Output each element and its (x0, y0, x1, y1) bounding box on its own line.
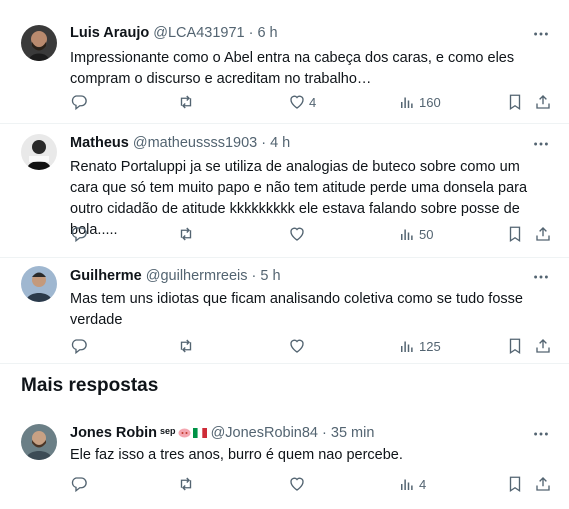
share-button[interactable] (534, 336, 552, 356)
share-icon (534, 225, 552, 243)
reply-button[interactable] (70, 474, 88, 494)
views-icon (398, 93, 416, 111)
share-button[interactable] (534, 92, 552, 112)
author-name[interactable]: Guilherme (70, 268, 142, 284)
view-count: 160 (419, 94, 441, 110)
bookmark-button[interactable] (506, 224, 524, 244)
author-name[interactable]: Luis Araujo (70, 25, 149, 41)
retweet-button[interactable] (177, 474, 195, 494)
timestamp[interactable]: 4 h (270, 135, 290, 151)
more-icon[interactable] (531, 24, 551, 44)
retweet-button[interactable] (177, 92, 195, 112)
tweet-text: Ele faz isso a tres anos, burro é quem n… (70, 447, 403, 463)
avatar[interactable] (21, 25, 57, 61)
user-tag: sep (160, 426, 176, 436)
author-handle[interactable]: @JonesRobin84 (211, 425, 318, 441)
avatar[interactable] (21, 134, 57, 170)
action-bar: 125 (70, 336, 554, 356)
timestamp[interactable]: 6 h (257, 25, 277, 41)
reply-icon (70, 93, 88, 111)
heart-icon (288, 225, 306, 243)
views-button[interactable]: 160 (398, 92, 441, 112)
bookmark-button[interactable] (506, 336, 524, 356)
reply-icon (70, 337, 88, 355)
tweet[interactable]: Luis Araujo @LCA431971 · 6 h Impressiona… (0, 0, 569, 124)
like-button[interactable] (288, 336, 306, 356)
author-name[interactable]: Matheus (70, 135, 129, 151)
section-title: Mais respostas (21, 375, 159, 396)
heart-icon (288, 475, 306, 493)
tweet-text: Mas tem uns idiotas que ficam analisando… (70, 291, 523, 328)
retweet-icon (177, 337, 195, 355)
heart-icon (288, 93, 306, 111)
tweet[interactable]: Jones Robin sep @JonesRobin84 · 35 min El… (0, 412, 569, 509)
italy-flag-icon (192, 426, 207, 438)
bookmark-icon (506, 225, 524, 243)
views-icon (398, 475, 416, 493)
views-button[interactable]: 4 (398, 474, 426, 494)
reply-icon (70, 225, 88, 243)
tweet-header: Matheus @matheussss1903 · 4 h (70, 135, 290, 151)
bookmark-icon (506, 475, 524, 493)
share-icon (534, 475, 552, 493)
like-button[interactable]: 4 (288, 92, 316, 112)
action-bar: 4 160 (70, 92, 554, 112)
separator: · (257, 135, 271, 151)
avatar[interactable] (21, 424, 57, 460)
views-button[interactable]: 125 (398, 336, 441, 356)
view-count: 125 (419, 338, 441, 354)
separator: · (318, 425, 331, 441)
bookmark-icon (506, 337, 524, 355)
share-icon (534, 337, 552, 355)
reply-button[interactable] (70, 92, 88, 112)
share-icon (534, 93, 552, 111)
tweet-header: Guilherme @guilhermreeis · 5 h (70, 268, 281, 284)
share-button[interactable] (534, 474, 552, 494)
tweet-text: Impressionante como o Abel entra na cabe… (70, 50, 515, 87)
tweet[interactable]: Matheus @matheussss1903 · 4 h Renato Por… (0, 124, 569, 258)
views-button[interactable]: 50 (398, 224, 433, 244)
author-name[interactable]: Jones Robin (70, 425, 157, 441)
more-icon[interactable] (531, 267, 551, 287)
more-icon[interactable] (531, 424, 551, 444)
view-count: 4 (419, 476, 427, 492)
author-handle[interactable]: @LCA431971 (153, 25, 244, 41)
bookmark-button[interactable] (506, 474, 524, 494)
retweet-button[interactable] (177, 336, 195, 356)
view-count: 50 (419, 226, 434, 242)
like-button[interactable] (288, 474, 306, 494)
action-bar: 4 (70, 474, 554, 494)
views-icon (398, 337, 416, 355)
bookmark-button[interactable] (506, 92, 524, 112)
reply-button[interactable] (70, 224, 88, 244)
reply-icon (70, 475, 88, 493)
separator: · (247, 268, 261, 284)
more-icon[interactable] (531, 134, 551, 154)
like-button[interactable] (288, 224, 306, 244)
reply-button[interactable] (70, 336, 88, 356)
timestamp[interactable]: 5 h (260, 268, 280, 284)
retweet-button[interactable] (177, 224, 195, 244)
avatar[interactable] (21, 266, 57, 302)
retweet-icon (177, 225, 195, 243)
like-count: 4 (309, 94, 317, 110)
heart-icon (288, 337, 306, 355)
author-handle[interactable]: @guilhermreeis (146, 268, 248, 284)
share-button[interactable] (534, 224, 552, 244)
bookmark-icon (506, 93, 524, 111)
views-icon (398, 225, 416, 243)
retweet-icon (177, 475, 195, 493)
tweet[interactable]: Guilherme @guilhermreeis · 5 h Mas tem u… (0, 258, 569, 364)
timestamp[interactable]: 35 min (331, 425, 375, 441)
author-handle[interactable]: @matheussss1903 (133, 135, 257, 151)
tweet-header: Luis Araujo @LCA431971 · 6 h (70, 25, 278, 41)
emoji-icon (178, 426, 191, 438)
action-bar: 50 (70, 224, 554, 244)
tweet-header: Jones Robin sep @JonesRobin84 · 35 min (70, 425, 374, 441)
retweet-icon (177, 93, 195, 111)
separator: · (244, 25, 258, 41)
